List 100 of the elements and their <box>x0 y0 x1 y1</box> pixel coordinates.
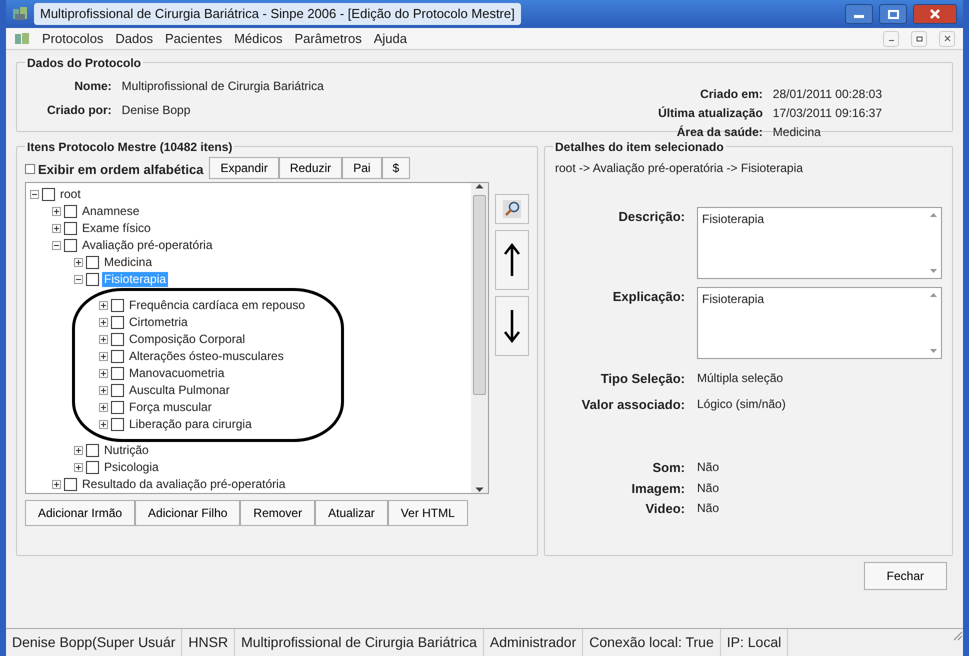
tree-item[interactable]: Força muscular <box>127 400 214 415</box>
tree-item[interactable]: Composição Corporal <box>127 332 248 347</box>
action-button[interactable]: Adicionar Filho <box>135 500 240 526</box>
tree-checkbox[interactable] <box>64 239 77 252</box>
tree-item[interactable]: Exame físico <box>80 221 153 236</box>
tree-item[interactable]: Anamnese <box>80 204 142 219</box>
expand-icon[interactable] <box>52 480 61 489</box>
menu-item[interactable]: Protocolos <box>42 28 104 48</box>
field-value: Não <box>697 480 720 496</box>
tree-item[interactable]: Alterações ósteo-musculares <box>127 349 286 364</box>
tree-checkbox[interactable] <box>111 299 124 312</box>
tree-checkbox[interactable] <box>86 273 99 286</box>
field-label: Área da saúde: <box>676 124 763 141</box>
tree-item[interactable]: Ausculta Pulmonar <box>127 383 232 398</box>
tree-item[interactable]: Cirtometria <box>127 315 190 330</box>
menu-item[interactable]: Dados <box>115 28 153 48</box>
maximize-button[interactable] <box>879 4 907 24</box>
toolbar-button[interactable]: Pai <box>342 157 382 179</box>
tree-checkbox[interactable] <box>64 205 77 218</box>
tree-item[interactable]: root <box>58 187 83 202</box>
menu-item[interactable]: Ajuda <box>374 28 407 48</box>
tree-checkbox[interactable] <box>111 350 124 363</box>
tree-checkbox[interactable] <box>111 418 124 431</box>
scroll-down-icon[interactable] <box>475 487 484 493</box>
tree-item[interactable]: Psicologia <box>102 460 161 475</box>
minimize-button[interactable] <box>845 4 873 24</box>
close-button[interactable]: Fechar <box>864 562 947 590</box>
expand-icon[interactable] <box>99 352 108 361</box>
tree-item[interactable]: Avaliação pré-operatória <box>80 238 215 253</box>
tree-item[interactable]: Liberação para cirurgia <box>127 417 254 432</box>
status-text: Denise Bopp(Super Usuár <box>6 629 182 656</box>
field-label: Nome: <box>73 78 112 95</box>
field-value: Medicina <box>772 124 822 141</box>
tree-checkbox[interactable] <box>111 367 124 380</box>
field-label: Tipo Seleção: <box>600 370 685 388</box>
tree-checkbox[interactable] <box>86 444 99 457</box>
field-value: 17/03/2011 09:16:37 <box>772 105 882 122</box>
expand-icon[interactable] <box>99 301 108 310</box>
field-label: Explicação: <box>612 288 685 306</box>
expand-icon[interactable] <box>52 207 61 216</box>
alphabetical-checkbox[interactable]: Exibir em ordem alfabética <box>25 160 204 179</box>
collapse-icon[interactable] <box>74 275 83 284</box>
tree-item[interactable]: Medicina <box>102 255 154 270</box>
field-label: Última atualização <box>658 105 763 122</box>
toolbar-button[interactable]: $ <box>382 157 410 179</box>
close-button[interactable] <box>913 4 957 24</box>
toolbar-button[interactable]: Reduzir <box>278 157 342 179</box>
field-label: Criado por: <box>47 102 112 118</box>
tree-checkbox[interactable] <box>64 478 77 491</box>
restore-button[interactable] <box>911 30 927 46</box>
close-icon <box>930 9 940 19</box>
tree-checkbox[interactable] <box>111 316 124 329</box>
expand-icon[interactable] <box>99 386 108 395</box>
expand-icon[interactable] <box>99 335 108 344</box>
tree-checkbox[interactable] <box>64 222 77 235</box>
expand-icon[interactable] <box>52 224 61 233</box>
collapse-icon[interactable] <box>52 241 61 250</box>
menu-item[interactable]: Médicos <box>234 28 283 48</box>
tree-item[interactable]: Resultado da avaliação pré-operatória <box>80 477 288 492</box>
up-arrow-icon[interactable] <box>503 242 521 278</box>
expand-icon[interactable] <box>99 369 108 378</box>
field-value: Não <box>697 459 720 476</box>
expand-icon[interactable] <box>99 403 108 412</box>
tree-checkbox[interactable] <box>86 461 99 474</box>
tree-item[interactable]: Frequência cardíaca em repouso <box>127 298 308 313</box>
field-value: Denise Bopp <box>122 102 192 118</box>
tree-checkbox[interactable] <box>86 256 99 269</box>
app-icon <box>12 6 28 22</box>
scrollbar[interactable] <box>471 183 488 493</box>
expand-icon[interactable] <box>74 463 83 472</box>
move-down-button[interactable] <box>495 296 529 356</box>
search-icon[interactable] <box>503 200 521 218</box>
collapse-icon[interactable] <box>30 190 39 199</box>
expand-icon[interactable] <box>99 420 108 429</box>
action-button[interactable]: Adicionar Irmão <box>25 500 136 526</box>
menu-item[interactable]: Parâmetros <box>294 28 362 48</box>
restore-icon <box>914 34 924 43</box>
expand-icon[interactable] <box>74 258 83 267</box>
expand-icon[interactable] <box>99 318 108 327</box>
field-value: Multiprofissional de Cirurgia Bariátrica <box>122 78 324 95</box>
expand-icon[interactable] <box>74 446 83 455</box>
scroll-up-icon[interactable] <box>475 183 484 189</box>
tree-checkbox[interactable] <box>111 333 124 346</box>
action-button[interactable]: Atualizar <box>315 500 388 526</box>
toolbar-button[interactable]: Expandir <box>209 157 279 179</box>
action-button[interactable]: Ver HTML <box>388 500 468 526</box>
tree-checkbox[interactable] <box>111 384 124 397</box>
tree-item[interactable]: Nutrição <box>102 443 151 458</box>
tree-item[interactable]: Manovacuometria <box>127 366 226 381</box>
action-button[interactable]: Remover <box>240 500 316 526</box>
move-up-button[interactable] <box>495 230 529 290</box>
menu-item[interactable]: Pacientes <box>165 28 222 48</box>
tree-checkbox[interactable] <box>42 188 55 201</box>
down-arrow-icon[interactable] <box>503 308 521 344</box>
resize-grip-icon[interactable] <box>951 629 963 641</box>
tree-checkbox[interactable] <box>111 401 124 414</box>
app-icon <box>14 32 30 46</box>
close-icon <box>942 34 952 43</box>
search-button[interactable] <box>495 194 529 224</box>
field-label: Valor associado: <box>580 396 685 414</box>
